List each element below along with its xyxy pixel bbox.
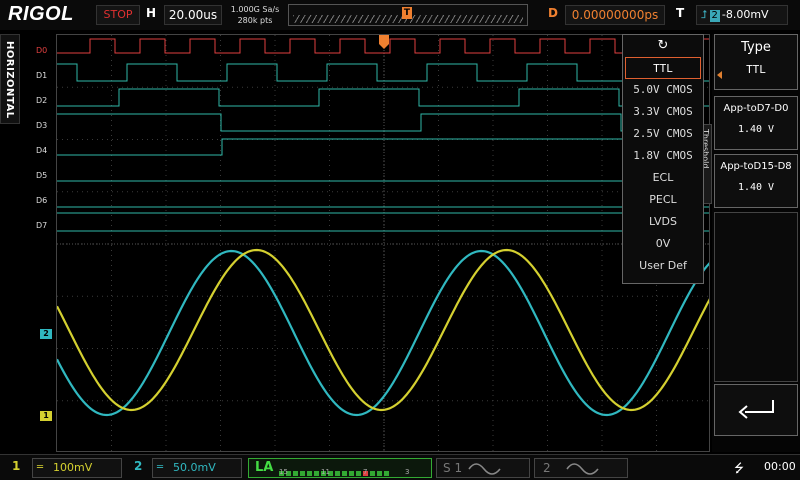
ch1-scale-box[interactable]: ═ 100mV <box>32 458 122 478</box>
channel-label-d0: D0 <box>36 46 48 55</box>
apply-to-d7-d0-softkey[interactable]: App-toD7-D0 1.40 V <box>714 96 798 150</box>
channel-label-d4: D4 <box>36 146 48 155</box>
trigger-position-indicator <box>379 35 389 49</box>
option-ecl[interactable]: ECL <box>623 167 703 189</box>
trigger-source: 2 <box>709 10 720 22</box>
trigger-position-marker: T <box>402 7 412 19</box>
horizontal-tab-label: HORIZONTAL <box>4 41 15 119</box>
ch2-offset-marker[interactable]: 2 <box>40 329 52 339</box>
la-num-7: 7 <box>363 468 368 476</box>
usb-icon: ⭍ <box>734 461 744 475</box>
apply-to-d15-d8-softkey[interactable]: App-toD15-D8 1.40 V <box>714 154 798 208</box>
ch2-number: 2 <box>134 459 143 473</box>
source2-label: 2 <box>543 461 551 475</box>
ch1-offset-marker[interactable]: 1 <box>40 411 52 421</box>
option-5v-cmos[interactable]: 5.0V CMOS <box>623 79 703 101</box>
source-s: S <box>443 461 451 475</box>
option-3v3-cmos[interactable]: 3.3V CMOS <box>623 101 703 123</box>
apply-to-d7-d0-label: App-toD7-D0 <box>723 103 789 114</box>
la-num-11: 11 <box>321 468 330 476</box>
apply-to-d15-d8-label: App-toD15-D8 <box>720 161 792 172</box>
option-ttl[interactable]: TTL <box>625 57 701 79</box>
trigger-level: -8.00mV <box>721 8 769 21</box>
selection-arrow-icon <box>717 71 722 79</box>
threshold-type-dropdown[interactable]: ↻ TTL 5.0V CMOS 3.3V CMOS 2.5V CMOS 1.8V… <box>622 34 704 284</box>
multifunction-knob-icon: ↻ <box>657 38 669 53</box>
source1-label: S 1 <box>443 461 462 475</box>
ch1-scale: 100mV <box>53 461 93 474</box>
delay-badge: D <box>548 6 558 20</box>
option-lvds[interactable]: LVDS <box>623 211 703 233</box>
la-num-15: 15 <box>279 468 288 476</box>
delay-readout[interactable]: 0.00000000ps <box>565 5 665 25</box>
source1-number: 1 <box>454 461 463 475</box>
softkey-menu: Type TTL App-toD7-D0 1.40 V App-toD15-D8… <box>712 34 800 452</box>
la-channel-indicators <box>279 461 429 476</box>
option-user-def[interactable]: User Def <box>623 255 703 277</box>
option-0v[interactable]: 0V <box>623 233 703 255</box>
run-stop-status[interactable]: STOP <box>96 5 140 25</box>
trace-d2 <box>57 88 709 107</box>
dc-coupling-icon: ═ <box>37 462 44 473</box>
type-title: Type <box>741 40 771 55</box>
channel-label-d1: D1 <box>36 71 48 80</box>
horizontal-tab[interactable]: HORIZONTAL <box>0 34 20 124</box>
clock: 00:00 <box>764 460 796 473</box>
la-label: LA <box>255 460 274 475</box>
memory-depth: 280k pts <box>237 16 273 25</box>
top-status-bar: RIGOL STOP H 20.00us 1.000G Sa/s 280k pt… <box>0 0 800 30</box>
timebase-readout[interactable]: 20.00us <box>164 5 222 25</box>
logic-analyzer-status[interactable]: LA 15 11 7 3 <box>248 458 432 478</box>
sample-rate: 1.000G Sa/s <box>230 5 280 14</box>
ch2-scale-box[interactable]: ═ 50.0mV <box>152 458 242 478</box>
option-pecl[interactable]: PECL <box>623 189 703 211</box>
rising-edge-icon: ⮥ <box>701 8 708 21</box>
channel-label-d5: D5 <box>36 171 48 180</box>
waveform-canvas <box>57 35 709 451</box>
bottom-status-bar: 1 ═ 100mV 2 ═ 50.0mV LA 15 11 7 3 S 1 2 ⭍ … <box>0 454 800 480</box>
ch2-scale: 50.0mV <box>173 461 216 474</box>
brand-logo: RIGOL <box>8 3 74 25</box>
option-1v8-cmos[interactable]: 1.8V CMOS <box>623 145 703 167</box>
option-2v5-cmos[interactable]: 2.5V CMOS <box>623 123 703 145</box>
type-value: TTL <box>746 63 766 76</box>
dc-coupling-icon: ═ <box>157 462 164 473</box>
trace-d1 <box>57 63 709 82</box>
back-softkey[interactable] <box>714 384 798 436</box>
channel-label-d6: D6 <box>36 196 48 205</box>
sine-wave-icon <box>566 463 599 475</box>
channel-label-d3: D3 <box>36 121 48 130</box>
waveform-display[interactable] <box>56 34 710 452</box>
sample-rate-info: 1.000G Sa/s 280k pts <box>226 4 284 26</box>
apply-to-d15-d8-value: 1.40 V <box>737 182 775 193</box>
apply-to-d7-d0-value: 1.40 V <box>737 124 775 135</box>
channel-label-d2: D2 <box>36 96 48 105</box>
type-softkey[interactable]: Type TTL <box>714 34 798 90</box>
la-num-3: 3 <box>405 468 410 476</box>
trigger-badge: T <box>676 6 685 20</box>
horizontal-badge: H <box>146 6 157 20</box>
sine-wave-icon <box>468 463 501 475</box>
channel-label-d7: D7 <box>36 221 48 230</box>
empty-softkey-area <box>714 212 798 382</box>
source2-box[interactable]: 2 <box>534 458 628 478</box>
ch1-number: 1 <box>12 459 21 473</box>
trigger-readout[interactable]: ⮥ 2 -8.00mV <box>696 5 788 25</box>
memory-overview-strip[interactable]: T <box>288 4 528 26</box>
source1-box[interactable]: S 1 <box>436 458 530 478</box>
return-arrow-icon <box>738 400 774 419</box>
